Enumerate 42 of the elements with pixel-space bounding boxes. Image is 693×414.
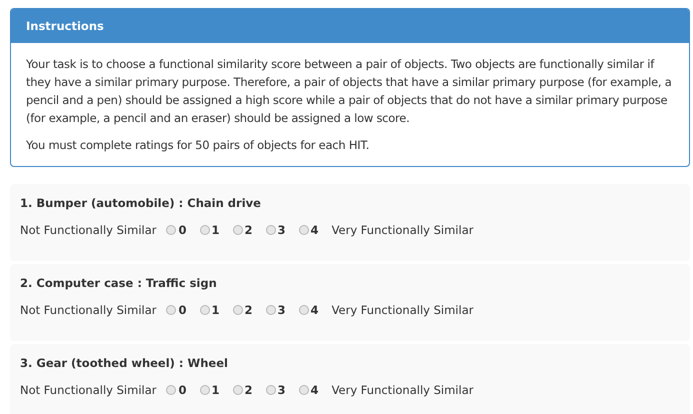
instructions-text: You must complete ratings for 50 pairs of objects for each HIT. — [26, 137, 370, 154]
radio-button[interactable] — [266, 225, 276, 235]
rating-option[interactable]: 4 — [298, 383, 319, 397]
radio-button[interactable] — [166, 385, 176, 395]
radio-button[interactable] — [166, 225, 176, 235]
rating-option[interactable]: 2 — [232, 303, 253, 317]
radio-button[interactable] — [200, 385, 210, 395]
scale-low-label: Not Functionally Similar — [20, 223, 156, 237]
rating-option[interactable]: 4 — [298, 303, 319, 317]
rating-option[interactable]: 3 — [266, 223, 286, 237]
rating-option[interactable]: 3 — [266, 383, 286, 397]
rating-option[interactable]: 3 — [266, 303, 286, 317]
scale-high-label: Very Functionally Similar — [332, 303, 474, 317]
instructions-text: Your task is to choose a functional similarity score between a pair of objects. Two objects are functionally similar if they have a similar primary purpose. Therefore, a pair of objects that have a similar primary purpose (for example, a pencil and a pen) should be assigned a high score while a pair of objects that do not have a similar primary purpose (for example, a pencil and an eraser) should be assigned a low score. — [26, 56, 673, 127]
question-title: 3. Gear (toothed wheel) : Wheel — [20, 356, 229, 370]
rating-option[interactable]: 1 — [200, 303, 220, 317]
rating-option[interactable]: 2 — [232, 223, 253, 237]
radio-button[interactable] — [266, 385, 276, 395]
radio-button[interactable] — [166, 305, 176, 315]
radio-button[interactable] — [232, 385, 243, 395]
rating-option[interactable]: 2 — [232, 383, 253, 397]
radio-button[interactable] — [232, 225, 243, 235]
rating-option[interactable]: 4 — [298, 223, 319, 237]
radio-button[interactable] — [232, 305, 243, 315]
radio-button[interactable] — [298, 305, 309, 315]
rating-option[interactable]: 0 — [166, 383, 186, 397]
radio-button[interactable] — [266, 305, 276, 315]
radio-button[interactable] — [200, 225, 210, 235]
question-title: 2. Computer case : Traffic sign — [20, 276, 218, 290]
rating-option[interactable]: 0 — [166, 303, 186, 317]
scale-low-label: Not Functionally Similar — [20, 383, 156, 397]
scale-low-label: Not Functionally Similar — [20, 303, 156, 317]
panel-title: Instructions — [11, 9, 689, 43]
scale-high-label: Very Functionally Similar — [332, 223, 474, 237]
rating-option[interactable]: 1 — [200, 383, 220, 397]
radio-button[interactable] — [298, 385, 309, 395]
radio-button[interactable] — [298, 225, 309, 235]
question-title: 1. Bumper (automobile) : Chain drive — [20, 196, 262, 210]
rating-option[interactable]: 0 — [166, 223, 186, 237]
scale-high-label: Very Functionally Similar — [332, 383, 474, 397]
radio-button[interactable] — [200, 305, 210, 315]
rating-option[interactable]: 1 — [200, 223, 220, 237]
